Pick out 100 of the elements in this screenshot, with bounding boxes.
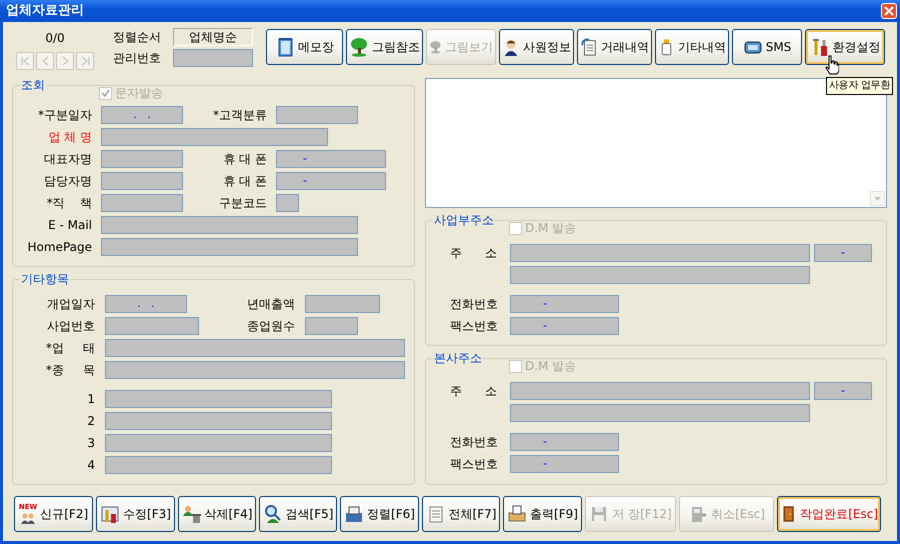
group-title: 사업부주소 [434, 213, 494, 227]
input-field[interactable]: - [510, 295, 619, 313]
field-label: *업 태 [44, 340, 95, 357]
printer-icon [507, 504, 528, 524]
scroll-down-button[interactable] [870, 191, 885, 206]
toolbar-button[interactable]: SMS [732, 29, 802, 65]
input-field[interactable] [510, 266, 810, 284]
toolbar-button[interactable]: 환경설정 [805, 29, 885, 65]
check-icon [101, 88, 110, 98]
close-icon [884, 6, 894, 16]
input-field[interactable] [105, 390, 332, 408]
field-label: 년매출액 [246, 296, 295, 313]
field-label: 2 [86, 413, 95, 430]
search-icon [262, 504, 283, 524]
input-field[interactable] [101, 238, 358, 256]
checkbox-label: 문자발송 [115, 85, 163, 102]
field-label: 전화번호 [449, 296, 499, 313]
field-label: 팩스번호 [449, 456, 499, 473]
action-button[interactable]: 전체[F7] [422, 496, 500, 532]
document-icon [580, 37, 598, 57]
field-label: 개업일자 [46, 296, 95, 313]
close-button[interactable] [881, 3, 897, 19]
last-icon [80, 55, 90, 67]
toolbar-button[interactable]: 기타내역 [655, 29, 729, 65]
action-button[interactable]: 삭제[F4] [178, 496, 256, 532]
toolbar-button[interactable]: 그림참조 [346, 29, 423, 65]
field-label: 담당자명 [43, 173, 92, 190]
field-label: *종 목 [44, 362, 95, 379]
people-icon [19, 511, 38, 524]
record-counter: 0/0 [45, 30, 65, 47]
input-field[interactable]: - [276, 172, 386, 190]
field-label: *구분일자 [37, 107, 92, 124]
input-field[interactable] [510, 382, 810, 400]
input-field[interactable]: . . [105, 295, 187, 313]
input-field[interactable] [276, 106, 358, 124]
field-label: *고객분류 [212, 107, 267, 124]
action-button[interactable]: 검색[F5] [259, 496, 337, 532]
input-field[interactable]: - [510, 433, 619, 451]
input-field[interactable] [305, 295, 380, 313]
hand-pointer-icon [825, 55, 839, 75]
field-label: E - Mail [47, 217, 92, 234]
action-button[interactable]: 정렬[F6] [340, 496, 419, 532]
input-field[interactable] [105, 412, 332, 430]
field-label: 휴 대 폰 [222, 173, 267, 190]
sort-order-label: 정렬순서 [113, 29, 162, 46]
field-label: 종업원수 [246, 318, 295, 335]
tooltip: 사용자 업무환 [826, 77, 894, 95]
field-label: 4 [86, 457, 95, 474]
input-field[interactable] [510, 244, 810, 262]
action-button[interactable]: 수정[F3] [96, 496, 175, 532]
tree-icon [349, 37, 369, 57]
toolbar-button[interactable]: 사원정보 [499, 29, 574, 65]
window-title: 업체자료관리 [6, 2, 84, 20]
group-title: 기타항목 [21, 272, 69, 286]
input-field[interactable] [105, 361, 405, 379]
input-field[interactable] [105, 339, 405, 357]
input-field[interactable] [510, 404, 810, 422]
input-field[interactable]: . . [101, 106, 183, 124]
field-label: 1 [86, 391, 95, 408]
down-arrow-icon [874, 196, 881, 200]
field-label: *직 책 [46, 195, 92, 212]
field-label: 사업번호 [46, 318, 95, 335]
field-label: 3 [86, 435, 95, 452]
toolbar-button[interactable]: 메모장 [266, 29, 343, 65]
input-field[interactable] [305, 317, 358, 335]
sort-order-value: 업체명순 [173, 28, 253, 46]
field-label: 팩스번호 [449, 318, 499, 335]
field-label: 주 소 [449, 383, 498, 400]
first-icon [20, 55, 30, 67]
checkbox-label: D.M 발송 [525, 220, 576, 237]
previous-icon [40, 55, 50, 67]
field-label: 휴 대 폰 [222, 151, 267, 168]
input-field[interactable] [101, 128, 328, 146]
group-title: 조회 [21, 78, 45, 92]
management-number-label: 관리번호 [113, 50, 162, 67]
input-field[interactable] [173, 49, 253, 67]
field-label: 대표자명 [43, 151, 92, 168]
input-field[interactable] [105, 317, 199, 335]
input-field[interactable] [101, 194, 183, 212]
checkbox-label: D.M 발송 [525, 358, 576, 375]
input-field[interactable] [105, 434, 332, 452]
action-button[interactable]: 출력[F9] [503, 496, 582, 532]
input-field[interactable]: - [510, 455, 619, 473]
tray-icon [344, 504, 364, 524]
person-icon [502, 37, 520, 57]
toolbar-button[interactable]: 거래내역 [577, 29, 652, 65]
input-field[interactable]: - [510, 317, 619, 335]
field-label: HomePage [26, 239, 92, 256]
action-button[interactable]: 작업완료[Esc] [777, 496, 881, 532]
field-label: 전화번호 [449, 434, 499, 451]
input-field[interactable] [101, 216, 358, 234]
person-icon [182, 504, 202, 524]
input-field[interactable]: - [814, 382, 872, 400]
input-field[interactable] [101, 172, 183, 190]
field-label: 구분코드 [218, 195, 267, 212]
input-field[interactable] [276, 194, 299, 212]
input-field[interactable]: - [814, 244, 872, 262]
input-field[interactable] [105, 456, 332, 474]
input-field[interactable] [101, 150, 183, 168]
input-field[interactable]: - [276, 150, 386, 168]
